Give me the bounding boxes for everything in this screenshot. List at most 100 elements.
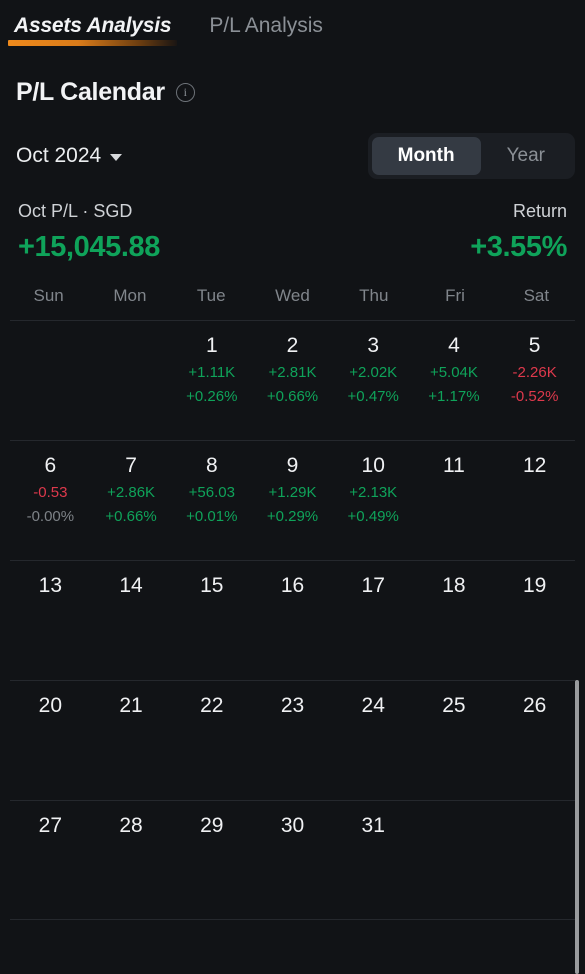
calendar-day-cell[interactable]: 7 +2.86K +0.66% bbox=[91, 441, 172, 560]
calendar-day-cell[interactable]: 3 +2.02K +0.47% bbox=[333, 321, 414, 440]
day-number: 7 bbox=[125, 454, 137, 477]
calendar-day-cell[interactable]: 13 bbox=[10, 561, 91, 680]
day-number: 6 bbox=[44, 454, 57, 477]
day-number: 3 bbox=[367, 334, 380, 357]
range-toggle-year[interactable]: Year bbox=[481, 137, 571, 175]
return-label: Return bbox=[512, 201, 567, 221]
tab-assets-analysis[interactable]: Assets Analysis bbox=[8, 14, 178, 48]
day-number: 1 bbox=[205, 334, 218, 357]
day-pl-percent: +0.66% bbox=[105, 508, 157, 525]
calendar-day-cell[interactable]: 25 bbox=[414, 681, 495, 800]
day-number: 21 bbox=[119, 694, 143, 717]
weekday-header-wed: Wed bbox=[275, 286, 310, 305]
pl-label: Oct P/L · SGD bbox=[18, 201, 133, 221]
weekday-header-mon: Mon bbox=[113, 286, 147, 305]
weekday-header-row: Sun Mon Tue Wed Thu Fri Sat bbox=[0, 286, 585, 320]
page-title: P/L Calendar bbox=[16, 78, 165, 106]
day-pl-amount: +1.29K bbox=[268, 484, 317, 501]
calendar-day-cell[interactable]: 1 +1.11K +0.26% bbox=[171, 321, 252, 440]
calendar-weeks: 1 +1.11K +0.26% 2 +2.81K +0.66% 3 +2.02K +0.47% 4… bbox=[0, 320, 585, 920]
calendar-day-cell[interactable]: 6 -0.53 -0.00% bbox=[10, 441, 91, 560]
day-number: 23 bbox=[280, 694, 305, 717]
calendar-day-cell[interactable]: 18 bbox=[414, 561, 495, 680]
day-pl-percent: +0.29% bbox=[266, 508, 319, 525]
day-number: 10 bbox=[361, 454, 385, 477]
day-number: 27 bbox=[38, 814, 63, 837]
day-number: 31 bbox=[361, 814, 385, 837]
calendar-day-cell[interactable]: 31 bbox=[333, 801, 414, 919]
day-pl-amount: +56.03 bbox=[188, 484, 235, 501]
weekday-header-sat: Sat bbox=[523, 286, 550, 305]
calendar-week-row: 6 -0.53 -0.00% 7 +2.86K +0.66% 8 +56.03 +0.01% 9 +… bbox=[10, 440, 575, 560]
calendar-day-cell[interactable]: 14 bbox=[91, 561, 172, 680]
day-number: 26 bbox=[522, 694, 547, 717]
day-number: 16 bbox=[280, 574, 305, 597]
calendar-empty-cell bbox=[91, 321, 172, 440]
calendar-day-cell[interactable]: 17 bbox=[333, 561, 414, 680]
calendar-day-cell[interactable]: 10 +2.13K +0.49% bbox=[333, 441, 414, 560]
calendar-day-cell[interactable]: 16 bbox=[252, 561, 333, 680]
day-pl-amount: -2.26K bbox=[512, 364, 557, 381]
calendar-day-cell[interactable]: 4 +5.04K +1.17% bbox=[414, 321, 495, 440]
calendar-day-cell[interactable]: 21 bbox=[91, 681, 172, 800]
calendar-day-cell[interactable]: 24 bbox=[333, 681, 414, 800]
month-selector-label: Oct 2024 bbox=[16, 144, 102, 167]
calendar-controls: Oct 2024 Month Year bbox=[0, 107, 585, 179]
day-pl-amount: +2.02K bbox=[349, 364, 398, 381]
calendar-day-cell[interactable]: 23 bbox=[252, 681, 333, 800]
return-value: +3.55% bbox=[470, 231, 567, 263]
summary-row: Oct P/L · SGD +15,045.88 Return +3.55% bbox=[0, 179, 585, 264]
info-circle-icon[interactable]: i bbox=[175, 83, 195, 102]
range-toggle: Month Year bbox=[367, 133, 575, 179]
calendar-day-cell[interactable]: 30 bbox=[252, 801, 333, 919]
weekday-header-tue: Tue bbox=[196, 286, 226, 305]
calendar-week-row: 13 14 15 16 17 18 19 bbox=[10, 560, 575, 680]
day-number: 11 bbox=[443, 454, 465, 477]
pl-calendar-grid: Sun Mon Tue Wed Thu Fri Sat 1 +1.11K +0.26% 2 +2.8… bbox=[0, 264, 585, 920]
day-number: 5 bbox=[528, 334, 541, 357]
calendar-empty-cell bbox=[10, 321, 91, 440]
day-pl-amount: +5.04K bbox=[429, 364, 478, 381]
day-pl-amount: +2.81K bbox=[268, 364, 317, 381]
day-number: 30 bbox=[280, 814, 305, 837]
day-number: 29 bbox=[200, 814, 224, 837]
vertical-scrollbar[interactable] bbox=[575, 680, 579, 974]
day-pl-percent: +0.66% bbox=[266, 388, 319, 405]
calendar-day-cell[interactable]: 15 bbox=[171, 561, 252, 680]
range-toggle-month[interactable]: Month bbox=[371, 137, 481, 175]
day-pl-percent: +1.17% bbox=[428, 388, 480, 405]
weekday-header-thu: Thu bbox=[359, 286, 389, 305]
calendar-day-cell[interactable]: 22 bbox=[171, 681, 252, 800]
tab-pl-analysis[interactable]: P/L Analysis bbox=[203, 14, 329, 48]
calendar-day-cell[interactable]: 9 +1.29K +0.29% bbox=[252, 441, 333, 560]
calendar-day-cell[interactable]: 26 bbox=[494, 681, 575, 800]
calendar-day-cell[interactable]: 19 bbox=[494, 561, 575, 680]
tab-pl-analysis-label: P/L Analysis bbox=[209, 14, 323, 37]
calendar-day-cell[interactable]: 11 bbox=[414, 441, 495, 560]
calendar-week-row: 20 21 22 23 24 25 26 bbox=[10, 680, 575, 800]
tab-assets-analysis-label: Assets Analysis bbox=[14, 14, 172, 37]
day-number: 9 bbox=[286, 454, 299, 477]
month-selector[interactable]: Oct 2024 bbox=[16, 144, 123, 168]
calendar-day-cell[interactable]: 29 bbox=[171, 801, 252, 919]
day-pl-percent: -0.52% bbox=[510, 388, 559, 405]
day-number: 18 bbox=[442, 574, 466, 597]
day-number: 4 bbox=[448, 334, 460, 357]
day-pl-amount: -0.53 bbox=[33, 484, 68, 501]
return-summary: Return +3.55% bbox=[470, 201, 567, 264]
tab-active-underline bbox=[8, 40, 178, 46]
day-number: 14 bbox=[119, 574, 143, 597]
page-title-row: P/L Calendar i bbox=[0, 48, 585, 107]
calendar-day-cell[interactable]: 28 bbox=[91, 801, 172, 919]
analysis-tabbar: Assets Analysis P/L Analysis bbox=[0, 0, 585, 48]
calendar-week-row: 27 28 29 30 31 bbox=[10, 800, 575, 920]
calendar-day-cell[interactable]: 5 -2.26K -0.52% bbox=[494, 321, 575, 440]
calendar-day-cell[interactable]: 20 bbox=[10, 681, 91, 800]
day-number: 28 bbox=[119, 814, 143, 837]
day-number: 20 bbox=[38, 694, 63, 717]
day-number: 12 bbox=[522, 454, 547, 477]
calendar-day-cell[interactable]: 12 bbox=[494, 441, 575, 560]
calendar-day-cell[interactable]: 2 +2.81K +0.66% bbox=[252, 321, 333, 440]
calendar-day-cell[interactable]: 8 +56.03 +0.01% bbox=[171, 441, 252, 560]
calendar-day-cell[interactable]: 27 bbox=[10, 801, 91, 919]
